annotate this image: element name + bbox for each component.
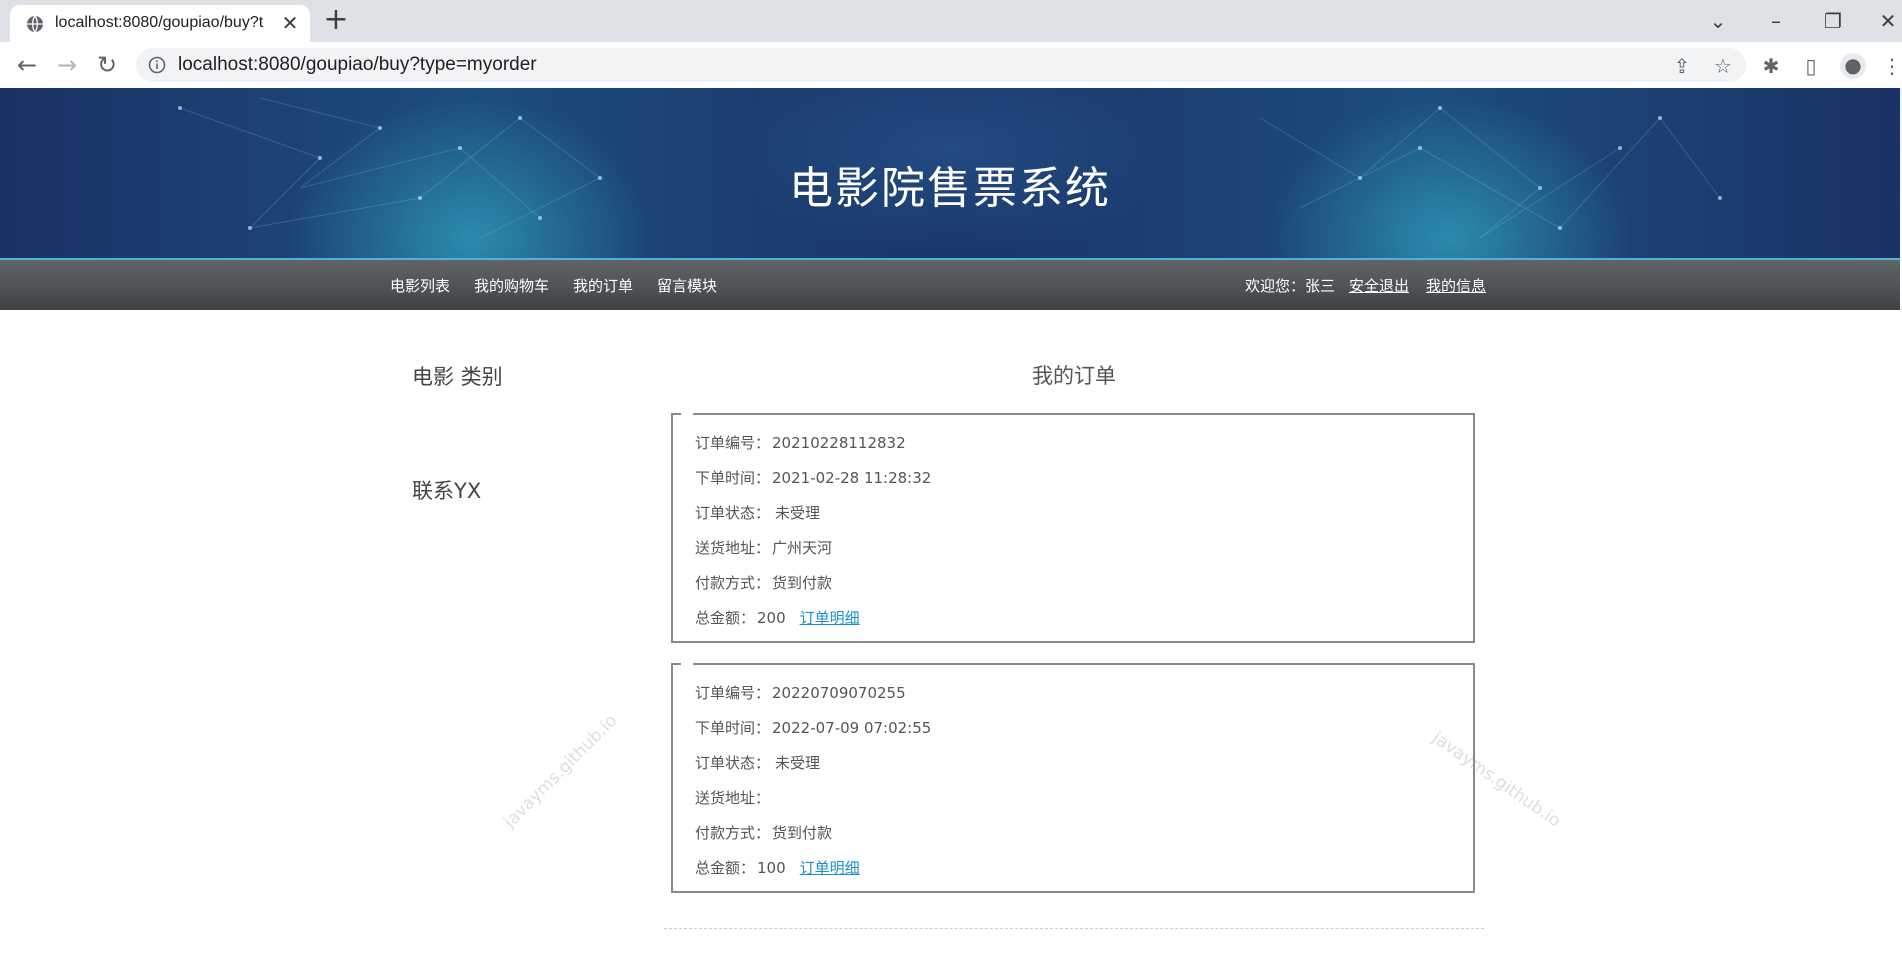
nav-my-cart[interactable]: 我的购物车 [474, 275, 549, 296]
page-content: 电影院售票系统 电影列表 我的购物车 我的订单 留言模块 欢迎您：张三 安全退出… [0, 88, 1902, 978]
order-total: 100 [757, 859, 786, 877]
order-card: 订单编号： 20220709070255 下单时间： 2022-07-09 07:0… [671, 663, 1475, 893]
watermark: javayms.github.io [500, 710, 622, 833]
nav-message-board[interactable]: 留言模块 [657, 275, 717, 296]
order-status: 未受理 [775, 754, 821, 772]
order-time: 2022-07-09 07:02:55 [772, 719, 932, 737]
order-no: 20210228112832 [772, 434, 906, 452]
share-icon[interactable]: ⇪ [1671, 55, 1693, 77]
contact-heading: 联系YX [412, 479, 482, 503]
window-close-icon[interactable]: ✕ [1873, 8, 1902, 34]
order-address-row: 送货地址： 广州天河 [695, 539, 833, 557]
main-nav: 电影列表 我的购物车 我的订单 留言模块 欢迎您：张三 安全退出 我的信息 [0, 258, 1900, 310]
order-total: 200 [757, 609, 786, 627]
order-time: 2021-02-28 11:28:32 [772, 469, 932, 487]
order-no: 20220709070255 [772, 684, 906, 702]
order-card: 订单编号： 20210228112832 下单时间： 2021-02-28 11:2… [671, 413, 1475, 643]
tab-close-icon[interactable]: ✕ [280, 13, 300, 33]
site-banner: 电影院售票系统 [0, 88, 1900, 258]
new-tab-icon[interactable]: + [323, 5, 349, 35]
order-total-row: 总金额： 100 订单明细 [695, 859, 860, 877]
profile-avatar-icon[interactable]: ● [1840, 53, 1866, 79]
tab-title: localhost:8080/goupiao/buy?t [55, 14, 264, 31]
footer-divider [664, 928, 1484, 929]
order-status-row: 订单状态： 未受理 [695, 754, 821, 772]
order-no-row: 订单编号： 20210228112832 [695, 434, 906, 452]
order-status: 未受理 [775, 504, 821, 522]
bookmark-star-icon[interactable]: ☆ [1712, 55, 1734, 77]
browser-tabstrip: localhost:8080/goupiao/buy?t ✕ + ⌄ – ❐ ✕ [0, 0, 1902, 42]
order-status-row: 订单状态： 未受理 [695, 504, 821, 522]
reload-icon[interactable]: ↻ [92, 50, 122, 80]
order-total-row: 总金额： 200 订单明细 [695, 609, 860, 627]
order-payment: 货到付款 [772, 574, 833, 592]
extensions-icon[interactable]: ✱ [1759, 54, 1783, 78]
order-address-row: 送货地址： [695, 789, 771, 807]
globe-icon [27, 15, 43, 33]
nav-my-orders[interactable]: 我的订单 [573, 275, 633, 296]
back-icon[interactable]: ← [12, 50, 42, 80]
my-info-link[interactable]: 我的信息 [1426, 275, 1486, 296]
forward-icon[interactable]: → [52, 50, 82, 80]
orders-heading: 我的订单 [1032, 364, 1116, 388]
order-time-row: 下单时间： 2021-02-28 11:28:32 [695, 469, 932, 487]
order-payment-row: 付款方式： 货到付款 [695, 824, 833, 842]
tab-search-icon[interactable]: ⌄ [1703, 8, 1733, 34]
order-payment-row: 付款方式： 货到付款 [695, 574, 833, 592]
url-text: localhost:8080/goupiao/buy?type=myorder [178, 54, 537, 75]
logout-link[interactable]: 安全退出 [1349, 275, 1409, 296]
restore-icon[interactable]: ❐ [1818, 8, 1848, 34]
browser-tab[interactable]: localhost:8080/goupiao/buy?t ✕ [10, 5, 310, 42]
order-detail-link[interactable]: 订单明细 [800, 609, 860, 627]
menu-kebab-icon[interactable]: ⋮ [1880, 54, 1902, 78]
welcome-text: 欢迎您：张三 [1245, 277, 1336, 295]
order-payment: 货到付款 [772, 824, 833, 842]
side-panel-icon[interactable]: ▯ [1799, 54, 1823, 78]
browser-toolbar: ← → ↻ localhost:8080/goupiao/buy?type=my… [0, 42, 1902, 88]
minimize-icon[interactable]: – [1761, 8, 1791, 34]
order-time-row: 下单时间： 2022-07-09 07:02:55 [695, 719, 932, 737]
order-detail-link[interactable]: 订单明细 [800, 859, 860, 877]
site-title: 电影院售票系统 [789, 163, 1111, 214]
address-bar[interactable]: localhost:8080/goupiao/buy?type=myorder … [136, 48, 1746, 82]
nav-movie-list[interactable]: 电影列表 [390, 275, 450, 296]
category-heading: 电影 类别 [412, 365, 503, 389]
order-address: 广州天河 [772, 539, 833, 557]
order-no-row: 订单编号： 20220709070255 [695, 684, 906, 702]
site-info-icon[interactable] [148, 56, 166, 74]
